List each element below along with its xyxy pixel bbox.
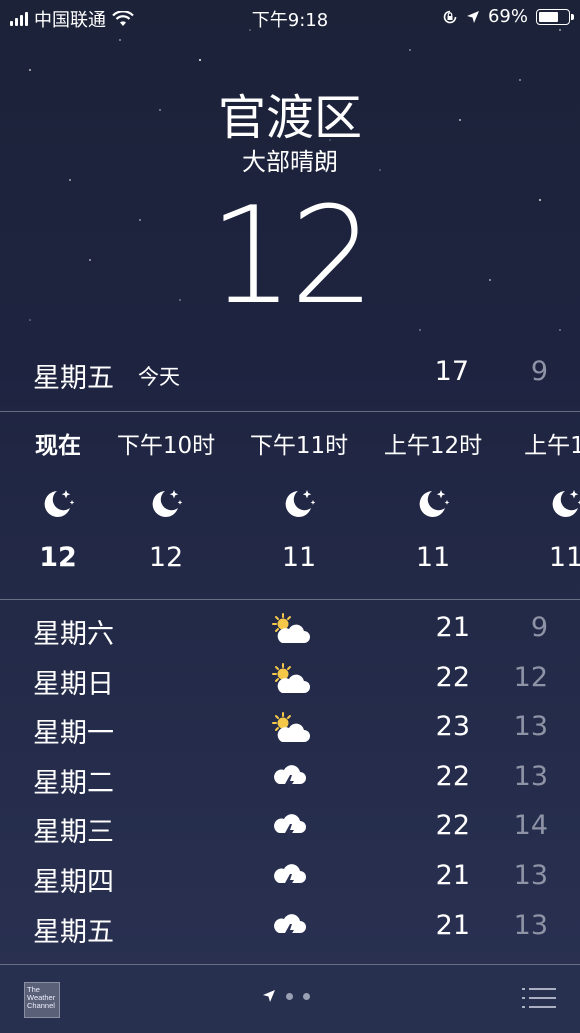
daily-day: 星期五 [33, 916, 114, 948]
daily-row: 星期二 22 13 [0, 755, 580, 805]
rotation-lock-icon [443, 10, 457, 23]
moon-stars-icon [98, 474, 234, 534]
daily-forecast: 星期六 21 9 星期日 22 12 星期一 23 13 星期二 22 13 星… [0, 606, 580, 953]
daily-row: 星期三 22 14 [0, 804, 580, 854]
location-arrow-icon [263, 990, 275, 1002]
hour-item: 下午11时 11 [231, 412, 367, 573]
hour-item: 上午12时 11 [365, 412, 501, 573]
bottom-toolbar: The Weather Channel [0, 964, 580, 1033]
battery-icon [536, 8, 574, 25]
status-right: 69% [442, 6, 574, 27]
thunderstorm-icon [268, 860, 312, 894]
hour-temp: 12 [148, 542, 184, 573]
hour-temp: 11 [548, 542, 580, 573]
list-icon[interactable] [522, 987, 556, 1009]
daily-high: 21 [435, 859, 470, 891]
partly-sunny-icon [268, 662, 312, 696]
hour-time: 上午1时 [524, 433, 580, 459]
battery-percent: 69% [487, 6, 528, 27]
page-dot [303, 992, 310, 1000]
today-high: 17 [434, 356, 469, 387]
thunderstorm-icon [268, 910, 312, 944]
daily-row: 星期六 21 9 [0, 606, 580, 656]
daily-day: 星期四 [33, 866, 114, 898]
hour-temp: 11 [281, 542, 317, 573]
daily-high: 21 [435, 612, 470, 643]
hour-temp: 11 [415, 542, 451, 573]
moon-stars-icon [498, 474, 580, 534]
daily-high: 21 [435, 909, 470, 941]
weather-channel-logo-text: The Weather Channel [27, 985, 56, 1010]
daily-row: 星期五 21 13 [0, 904, 580, 954]
page-dot [286, 992, 293, 1000]
daily-day: 星期二 [33, 767, 114, 799]
moon-stars-icon [365, 474, 501, 534]
daily-low: 14 [513, 810, 548, 842]
daily-row: 星期日 22 12 [0, 656, 580, 706]
hour-item: 上午1时 11 [498, 412, 580, 573]
thunderstorm-icon [268, 761, 312, 795]
daily-high: 23 [435, 711, 470, 743]
daily-day: 星期日 [33, 668, 114, 700]
hourly-forecast[interactable]: 现在 12 下午10时 12 下午11时 11 上午12时 11 上午1时 11 [0, 412, 580, 598]
daily-low: 13 [513, 760, 548, 792]
page-indicator[interactable] [262, 989, 310, 1003]
divider [0, 599, 580, 600]
today-low: 9 [530, 356, 548, 387]
daily-day: 星期六 [33, 619, 114, 650]
today-label: 今天 [138, 365, 180, 389]
current-condition: 大部晴朗 [242, 148, 338, 176]
city-name: 官渡区 [217, 90, 362, 146]
daily-row: 星期一 23 13 [0, 705, 580, 755]
moon-stars-icon [231, 474, 367, 534]
today-day: 星期五 [33, 363, 114, 394]
weather-channel-logo[interactable]: The Weather Channel [24, 982, 60, 1018]
hour-time: 下午10时 [116, 433, 216, 459]
today-summary: 星期五 今天 17 9 [0, 356, 580, 396]
daily-high: 22 [435, 661, 470, 693]
partly-sunny-icon [268, 711, 312, 745]
status-bar: 中国联通 下午9:18 69% [0, 0, 580, 34]
daily-high: 22 [435, 810, 470, 842]
daily-low: 12 [513, 661, 548, 693]
partly-sunny-icon [268, 612, 312, 646]
daily-day: 星期一 [33, 718, 114, 750]
daily-day: 星期三 [33, 817, 114, 849]
daily-row: 星期四 21 13 [0, 854, 580, 904]
current-temperature: 12 [208, 178, 376, 334]
location-arrow-icon [466, 10, 479, 23]
daily-low: 13 [513, 909, 548, 941]
thunderstorm-icon [268, 810, 312, 844]
hour-item: 下午10时 12 [98, 412, 234, 573]
daily-low: 9 [530, 612, 548, 643]
hour-time: 上午12时 [383, 433, 483, 459]
daily-low: 13 [513, 711, 548, 743]
daily-low: 13 [513, 859, 548, 891]
hour-time: 下午11时 [249, 433, 349, 459]
daily-high: 22 [435, 760, 470, 792]
